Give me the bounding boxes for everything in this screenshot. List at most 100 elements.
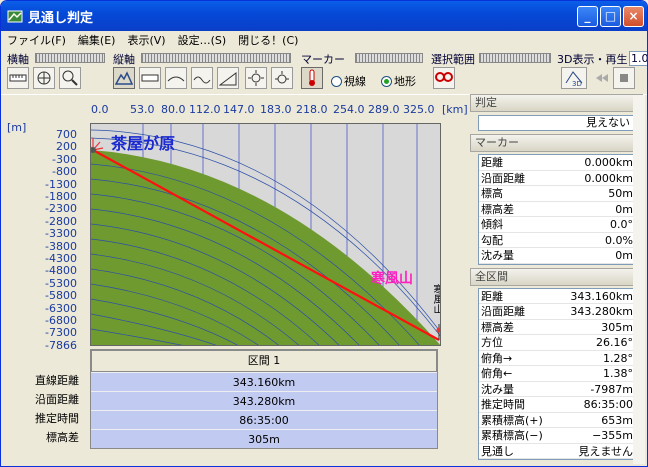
sun-set-button[interactable] <box>271 67 293 89</box>
kv-key: 距離 <box>481 289 503 303</box>
vert-axis-label: 縦軸 <box>113 53 135 66</box>
sun-button[interactable] <box>245 67 267 89</box>
kv-value: 305m <box>601 320 633 334</box>
kv-row: 勾配 0.0% <box>479 233 636 248</box>
kv-row: 俯角← 1.38° <box>479 366 636 382</box>
x-tick: 183.0 <box>260 103 292 116</box>
vert-axis-slider[interactable] <box>141 53 291 63</box>
kv-key: 標高差 <box>481 202 514 216</box>
kv-row: 標高差 0m <box>479 202 636 217</box>
marker-button[interactable] <box>301 67 323 89</box>
kv-row: 方位 26.16° <box>479 335 636 351</box>
range-select-button[interactable] <box>433 67 455 89</box>
x-tick: 0.0 <box>91 103 109 116</box>
kv-key: 沿面距離 <box>481 171 525 185</box>
kv-key: 累積標高(−) <box>481 429 543 442</box>
sun-icon <box>248 70 264 86</box>
x-tick: 53.0 <box>130 103 155 116</box>
kv-row: 推定時間 86:35:00 <box>479 397 636 413</box>
x-tick: 289.0 <box>368 103 400 116</box>
x-tick: 218.0 <box>296 103 328 116</box>
y-tick: -300 <box>52 152 77 166</box>
y-tick: -5300 <box>45 276 77 290</box>
kv-row: 累積標高(+) 653m <box>479 413 636 428</box>
menu-edit[interactable]: 編集(E) <box>72 32 122 48</box>
end-vertical-label: 寒風山 <box>431 284 441 314</box>
section-header[interactable]: 区間 1 <box>91 350 437 372</box>
wave-view-button[interactable] <box>191 67 213 89</box>
kv-row: 沿面距離 343.280km <box>479 304 636 320</box>
kv-key: 推定時間 <box>481 398 525 411</box>
toolbar: 横軸 縦軸 マーカー 選択範囲 3D表示・再生 1.0 視線 地形 3D <box>1 49 647 95</box>
x-axis-labels: 0.0 53.0 80.0 112.0 147.0 183.0 218.0 25… <box>89 101 468 117</box>
y-tick: -2800 <box>45 214 77 228</box>
kv-value: 86:35:00 <box>583 398 633 411</box>
ruler-icon <box>9 74 27 82</box>
kv-value: 見えません <box>578 444 633 458</box>
compass-button[interactable] <box>33 67 55 89</box>
slope-button[interactable] <box>217 67 239 89</box>
section-time: 86:35:00 <box>91 410 437 429</box>
y-tick: -6800 <box>45 314 77 327</box>
marker-slider[interactable] <box>355 53 423 63</box>
menu-close[interactable]: 閉じる！(C) <box>232 32 304 48</box>
kv-key: 累積標高(+) <box>481 413 543 427</box>
stop-button[interactable] <box>613 67 635 89</box>
close-button[interactable]: × <box>623 6 644 27</box>
horiz-axis-slider[interactable] <box>35 53 105 63</box>
flat-view-button[interactable] <box>139 67 161 89</box>
compass-icon <box>37 71 51 85</box>
wave-icon <box>193 76 211 84</box>
minimize-button[interactable]: _ <box>577 6 598 27</box>
radio-terrain[interactable]: 地形 <box>381 73 416 89</box>
title-bar[interactable]: 見通し判定 _ □ × <box>1 1 647 31</box>
end-label: 寒風山 <box>371 271 413 287</box>
kv-value: 50m <box>608 187 633 200</box>
mountain-icon <box>115 71 133 85</box>
kv-row: 標高 50m <box>479 186 636 202</box>
range-slider[interactable] <box>479 53 551 63</box>
menu-view[interactable]: 表示(V) <box>121 32 171 48</box>
kv-row: 見通し 見えません <box>479 444 636 459</box>
kv-value: 0.000km <box>584 171 633 185</box>
x-tick: 254.0 <box>333 103 365 116</box>
all-section-table: 距離 343.160km 沿面距離 343.280km 標高差 305m 方位 26.16° 俯… <box>478 287 637 460</box>
y-tick: 700 <box>56 128 77 141</box>
menu-file[interactable]: ファイル(F) <box>1 32 72 48</box>
kv-key: 俯角← <box>481 367 513 380</box>
horiz-axis-label: 横軸 <box>7 53 29 66</box>
label-surface-distance: 沿面距離 <box>35 393 79 406</box>
kv-value: 343.160km <box>570 289 633 303</box>
view-3d-button[interactable]: 3D <box>561 67 587 89</box>
right-panel: 判定 見えない マーカー 距離 0.000km 沿面距離 0.000km 標高 50m 標高… <box>470 94 643 464</box>
kv-key: 勾配 <box>481 233 503 247</box>
kv-value: 343.280km <box>570 305 633 318</box>
kv-value: 0.0% <box>605 233 633 247</box>
y-tick: -4800 <box>45 264 77 278</box>
maximize-button[interactable]: □ <box>600 6 621 27</box>
terrain-view-button[interactable] <box>113 67 135 89</box>
marker-label: マーカー <box>301 53 345 66</box>
judge-title: 判定 <box>470 94 643 112</box>
kv-row: 傾斜 0.0° <box>479 217 636 233</box>
curve-view-button[interactable] <box>165 67 187 89</box>
app-window: 見通し判定 _ □ × ファイル(F) 編集(E) 表示(V) 設定…(S) 閉… <box>0 0 648 467</box>
radio-sightline-dot <box>331 75 342 87</box>
y-tick: -3800 <box>45 239 77 253</box>
kv-value: 1.38° <box>603 367 633 380</box>
zoom-button[interactable] <box>59 67 81 89</box>
rewind-button[interactable] <box>591 67 613 89</box>
ruler-button[interactable] <box>7 67 29 89</box>
range-label: 選択範囲 <box>431 53 475 66</box>
radio-sightline[interactable]: 視線 <box>331 73 366 89</box>
right-panel-scrollbar[interactable] <box>633 95 645 464</box>
profile-plot[interactable]: 茶屋が原 寒風山 寒風山 <box>90 123 441 346</box>
range-icon <box>435 72 453 82</box>
slope-icon <box>219 72 237 86</box>
x-axis-unit: [km] <box>442 103 468 116</box>
view3d-speed-field[interactable]: 1.0 <box>629 51 647 66</box>
menu-settings[interactable]: 設定…(S) <box>172 32 233 48</box>
kv-value: 26.16° <box>596 336 633 349</box>
label-time: 推定時間 <box>35 412 79 425</box>
kv-row: 距離 0.000km <box>479 155 636 171</box>
